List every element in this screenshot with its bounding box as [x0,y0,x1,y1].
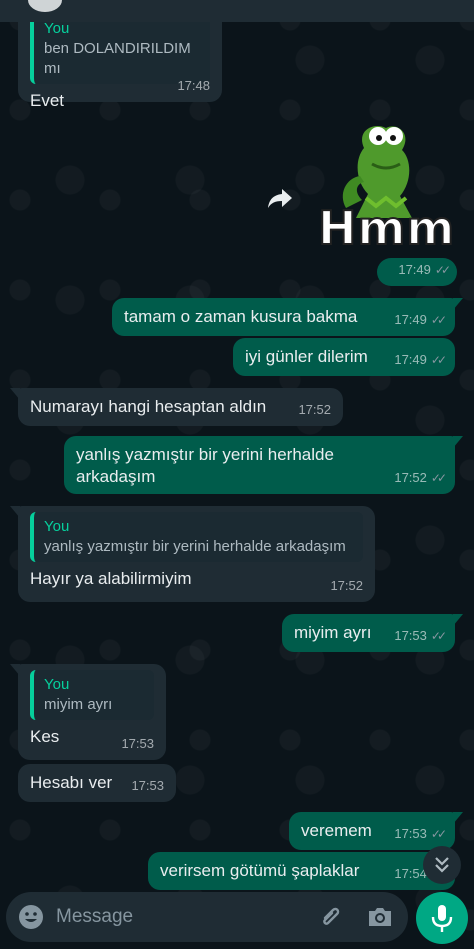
message-text: miyim ayrı [294,623,372,642]
double-check-icon: ✓✓ [430,313,447,327]
message-bubble-out[interactable]: veremem 17:53 ✓✓ [289,812,463,850]
message-meta: 17:52 ✓✓ [394,467,447,489]
quote-text: ben DOLANDIRILDIM mı [44,40,191,77]
attach-icon[interactable] [316,903,344,931]
reply-quote[interactable]: You ben DOLANDIRILDIM mı [30,14,210,84]
message-meta: 17:53 [121,733,154,755]
reply-quote[interactable]: You miyim ayrı [30,670,154,720]
message-text: verirsem götümü şaplaklar [160,861,360,880]
message-time: 17:52 [330,578,363,593]
message-meta: 17:53 ✓✓ [394,823,447,845]
message-time: 17:48 [177,78,210,93]
message-bubble-out[interactable]: yanlış yazmıştır bir yerini herhalde ark… [64,436,463,494]
double-chevron-down-icon [435,857,449,873]
message-bubble-out[interactable]: verirsem götümü şaplaklar 17:54 ✓✓ [148,852,455,890]
quote-author: You [44,518,70,535]
mic-button[interactable] [416,892,468,944]
message-meta: 17:52 [298,399,331,421]
contact-avatar[interactable] [28,0,62,12]
double-check-icon: ✓✓ [430,353,447,367]
message-text: Hesabı ver [30,773,113,792]
message-bubble-in[interactable]: You miyim ayrı Kes 17:53 [10,664,166,760]
message-time: 17:49 [394,352,427,367]
forward-icon[interactable] [266,186,294,210]
message-bubble-out[interactable]: miyim ayrı 17:53 ✓✓ [282,614,463,652]
message-composer[interactable]: Message [6,892,408,942]
quote-text: yanlış yazmıştır bir yerini herhalde ark… [44,538,346,555]
message-bubble-in[interactable]: You ben DOLANDIRILDIM mı Evet 17:48 [18,8,222,110]
message-meta: 17:48 [177,75,210,97]
scroll-to-bottom-button[interactable] [423,846,461,884]
message-meta: 17:49 ✓✓ [394,349,447,371]
message-bubble-in[interactable]: Hesabı ver 17:53 [18,764,176,802]
message-time: 17:52 [394,470,427,485]
message-text: veremem [301,821,372,840]
emoji-icon[interactable] [18,904,44,930]
message-bubble-in[interactable]: You yanlış yazmıştır bir yerini herhalde… [10,506,375,602]
quote-author: You [44,20,70,37]
message-meta: 17:53 ✓✓ [394,625,447,647]
message-text: tamam o zaman kusura bakma [124,307,358,326]
message-meta: 17:49 ✓✓ [394,309,447,331]
message-text: iyi günler dilerim [245,347,368,366]
message-time: 17:53 [131,778,164,793]
message-text-line2: arkadaşım [76,467,156,486]
camera-icon[interactable] [366,903,394,931]
chat-header[interactable] [0,0,474,22]
double-check-icon: ✓✓ [434,263,451,277]
message-time: 17:54 [394,866,427,881]
message-meta: 17:52 [330,575,363,597]
message-bubble-in[interactable]: Numarayı hangi hesaptan aldın 17:52 [10,388,343,426]
message-text: Hayır ya alabilirmiyim [30,569,192,588]
message-meta: 17:53 [131,775,164,797]
double-check-icon: ✓✓ [430,827,447,841]
sticker-caption: Hmm [317,201,456,255]
message-time: 17:53 [394,826,427,841]
message-time: 17:49 [398,262,431,277]
sticker-time-pill: 17:49 ✓✓ [377,258,457,286]
message-bubble-out[interactable]: iyi günler dilerim 17:49 ✓✓ [233,338,455,376]
mic-icon [431,905,453,932]
message-text: Numarayı hangi hesaptan aldın [30,397,267,416]
double-check-icon: ✓✓ [430,629,447,643]
sticker-kermit[interactable]: Hmm [316,120,455,255]
quote-text: miyim ayrı [44,696,113,713]
double-check-icon: ✓✓ [430,471,447,485]
message-time: 17:53 [394,628,427,643]
message-time: 17:49 [394,312,427,327]
message-bubble-out[interactable]: tamam o zaman kusura bakma 17:49 ✓✓ [112,298,463,336]
quote-author: You [44,676,70,693]
message-input[interactable]: Message [56,906,133,928]
reply-quote[interactable]: You yanlış yazmıştır bir yerini herhalde… [30,512,363,562]
message-time: 17:52 [298,402,331,417]
message-time: 17:53 [121,736,154,751]
message-text-line1: yanlış yazmıştır bir yerini herhalde [76,445,334,464]
